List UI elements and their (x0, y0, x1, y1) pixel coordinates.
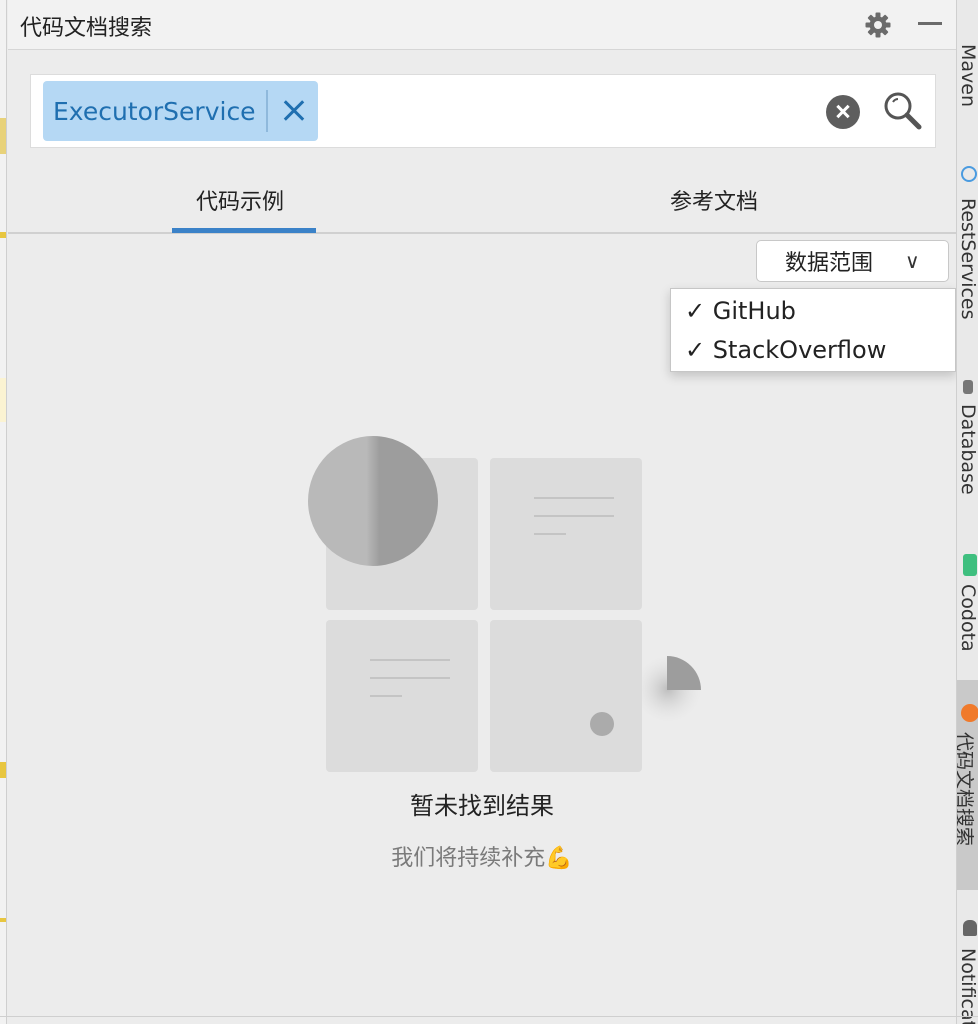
remove-tag-icon[interactable] (268, 81, 318, 141)
toolwindow-code-doc-search[interactable]: 代码文档搜索 (957, 680, 978, 890)
clear-search-icon[interactable] (826, 95, 860, 129)
empty-state-illustration (308, 436, 702, 772)
toolwindow-notifications-label: Notifications (957, 948, 978, 1024)
empty-state-title: 暂未找到结果 (410, 792, 554, 820)
gutter-marker (0, 118, 6, 154)
notifications-icon (963, 920, 977, 936)
toolwindow-database[interactable]: Database (957, 376, 978, 516)
active-tab-indicator (172, 228, 316, 233)
toolwindow-codota-label: Codota (957, 584, 978, 652)
scope-option-github[interactable]: ✓ GitHub (685, 297, 796, 325)
bottom-divider (0, 1016, 978, 1017)
scope-option-stackoverflow[interactable]: ✓ StackOverflow (685, 336, 886, 364)
chevron-down-icon: ∨ (905, 249, 920, 273)
data-scope-label: 数据范围 (785, 251, 874, 276)
search-input[interactable]: ExecutorService (30, 74, 936, 148)
toolwindow-notifications[interactable]: Notifications (957, 914, 978, 1024)
gutter-marker (0, 918, 6, 922)
toolwindow-maven[interactable]: Maven (957, 0, 978, 120)
gutter-marker (0, 762, 6, 778)
code-doc-search-panel: 代码文档搜索 ExecutorService 代码示例 参考文档 数据范围 ∨ … (8, 0, 956, 1024)
toolwindow-rest-services[interactable]: RestServices (957, 160, 978, 340)
toolwindow-codota[interactable]: Codota (957, 552, 978, 672)
tab-bar: 代码示例 参考文档 (8, 170, 956, 234)
gutter-marker (0, 378, 6, 422)
right-tool-window-bar: Maven RestServices Database Codota 代码文档搜… (956, 0, 978, 1024)
toolwindow-code-doc-search-label: 代码文档搜索 (956, 732, 975, 847)
panel-header: 代码文档搜索 (8, 0, 956, 50)
gutter-marker (0, 232, 6, 238)
tab-code-examples[interactable]: 代码示例 (196, 184, 284, 216)
gear-icon[interactable] (864, 11, 892, 39)
search-icon[interactable] (881, 89, 925, 133)
toolwindow-database-label: Database (957, 404, 978, 495)
data-scope-dropdown[interactable]: 数据范围 ∨ (756, 240, 949, 282)
codota-icon (963, 554, 977, 576)
empty-state-subtitle: 我们将持续补充💪 (391, 846, 573, 871)
search-tag-label: ExecutorService (53, 96, 256, 126)
database-icon (963, 380, 973, 394)
minimize-icon[interactable] (918, 22, 942, 25)
toolwindow-maven-label: Maven (957, 44, 978, 108)
tab-reference-docs[interactable]: 参考文档 (670, 184, 758, 216)
code-doc-search-icon (961, 704, 978, 722)
search-tag-chip: ExecutorService (43, 81, 318, 141)
panel-title: 代码文档搜索 (20, 16, 153, 41)
editor-gutter (0, 0, 7, 1024)
data-scope-menu: ✓ GitHub ✓ StackOverflow (670, 288, 956, 372)
toolwindow-rest-services-label: RestServices (957, 198, 978, 320)
rest-services-icon (961, 166, 977, 182)
